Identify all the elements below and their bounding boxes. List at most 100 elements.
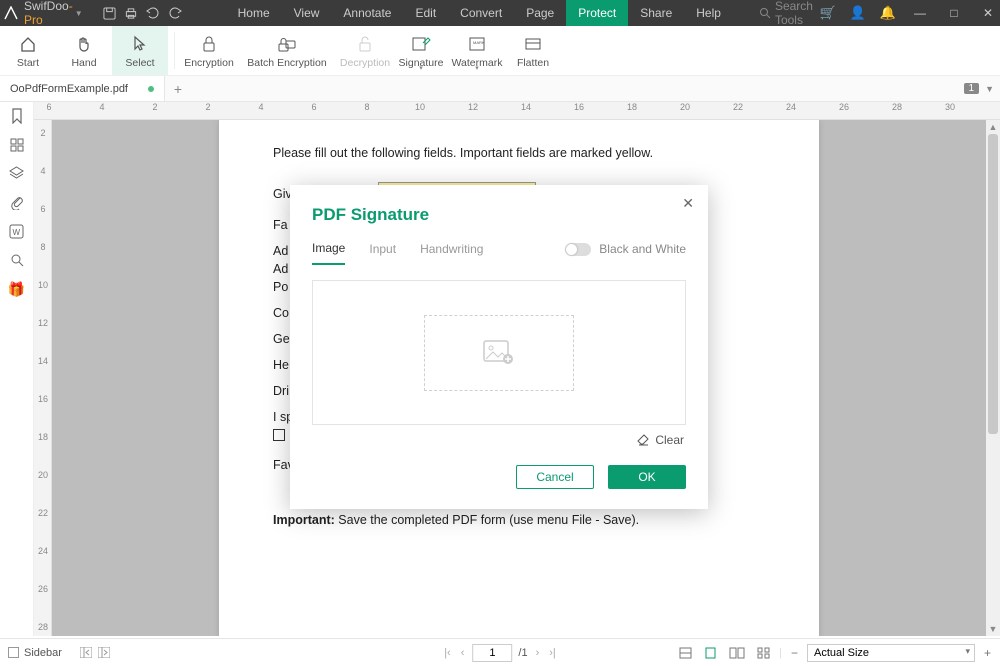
view-single-icon[interactable] [701,647,720,659]
ribbon-signature[interactable]: Signature▾ [393,26,449,75]
next-page-button[interactable]: › [534,647,542,659]
collapse-left-icon[interactable] [80,647,92,658]
bookmarks-icon[interactable] [10,108,24,124]
page-number-input[interactable] [472,644,512,662]
app-menu-chevron-icon[interactable]: ▼ [75,9,83,18]
signature-canvas [312,280,686,425]
menu-share[interactable]: Share [628,0,684,26]
scroll-down-button[interactable]: ▼ [986,622,1000,636]
scroll-thumb[interactable] [988,134,998,434]
unlock-icon [357,33,373,55]
lock-icon [201,33,217,55]
window-minimize[interactable]: ― [903,6,937,20]
tab-handwriting[interactable]: Handwriting [420,234,483,264]
expand-right-icon[interactable] [98,647,110,658]
dialog-close-button[interactable]: ✕ [682,195,694,212]
eraser-icon [636,434,650,447]
clear-label: Clear [655,433,684,447]
tab-chevron-down-icon[interactable]: ▼ [985,84,994,94]
window-close[interactable]: ✕ [971,6,1000,20]
ok-button[interactable]: OK [608,465,686,489]
ribbon: Start Hand Select Encryption Batch Encry… [0,26,1000,76]
svg-text:MARK: MARK [473,40,485,45]
menu-page[interactable]: Page [514,0,566,26]
home-icon [19,33,37,55]
menu-convert[interactable]: Convert [448,0,514,26]
titlebar-right: 🛒 👤 🔔 ― □ ✕ [813,5,1000,21]
horizontal-ruler: 64224681012141618202224262830 [34,102,1000,120]
window-maximize[interactable]: □ [937,6,971,20]
ribbon-watermark[interactable]: MARKWatermark▾ [449,26,505,75]
bell-icon[interactable]: 🔔 [873,5,903,21]
add-tab-button[interactable]: + [165,76,191,101]
app-name-part2: Doo [47,0,69,13]
undo-icon[interactable] [146,7,160,19]
search-panel-icon[interactable] [10,253,24,267]
prev-page-button[interactable]: ‹ [459,647,467,659]
dialog-tabs: Image Input Handwriting Black and White [290,233,708,266]
clear-button[interactable]: Clear [636,433,684,447]
ribbon-select[interactable]: Select [112,26,168,75]
ribbon-decryption[interactable]: Decryption [337,26,393,75]
tool-search[interactable]: Search Tools [759,0,813,27]
save-icon[interactable] [103,7,116,20]
ribbon-encryption[interactable]: Encryption [181,26,237,75]
document-tab[interactable]: OoPdfFormExample.pdf [0,76,165,101]
ribbon-start[interactable]: Start [0,26,56,75]
app-name-part1: Swif [24,0,47,13]
redo-icon[interactable] [168,7,182,19]
zoom-out-button[interactable]: − [788,646,801,660]
chevron-down-icon: ▾ [419,64,423,72]
hand-icon [75,33,93,55]
menu-annotate[interactable]: Annotate [331,0,403,26]
signature-icon [411,33,431,55]
scroll-up-button[interactable]: ▲ [986,120,1000,134]
menu-edit[interactable]: Edit [403,0,448,26]
word-icon[interactable]: W [9,224,24,239]
vertical-ruler: 246810121416182022242628 [34,120,52,636]
checkbox-language[interactable] [273,429,285,441]
menu-help[interactable]: Help [684,0,733,26]
zoom-select[interactable] [807,644,975,662]
gift-icon[interactable]: 🎁 [8,281,25,298]
user-icon[interactable]: 👤 [843,5,873,21]
dialog-title: PDF Signature [312,205,686,225]
zoom-in-button[interactable]: + [981,646,994,660]
watermark-icon: MARK [467,33,487,55]
tab-input[interactable]: Input [369,234,396,264]
batch-lock-icon [277,33,297,55]
view-two-icon[interactable] [726,647,748,659]
status-bar: Sidebar |‹ ‹ /1 › ›| | − + [0,638,1000,666]
cancel-button[interactable]: Cancel [516,465,594,489]
ribbon-decryption-label: Decryption [340,57,390,69]
menu-protect[interactable]: Protect [566,0,628,26]
view-continuous-icon[interactable] [676,647,695,659]
menu-home[interactable]: Home [226,0,282,26]
tab-image[interactable]: Image [312,233,345,265]
last-page-button[interactable]: ›| [547,647,558,659]
layers-icon[interactable] [9,166,24,180]
view-grid-icon[interactable] [754,647,773,659]
ribbon-divider [174,32,175,69]
tool-search-placeholder: Search Tools [775,0,813,27]
first-page-button[interactable]: |‹ [442,647,453,659]
black-white-label: Black and White [599,242,686,256]
pages-count-badge: 1 [964,83,980,94]
thumbnails-icon[interactable] [10,138,24,152]
black-white-toggle[interactable] [565,243,591,256]
ribbon-flatten[interactable]: Flatten [505,26,561,75]
print-icon[interactable] [124,7,138,20]
app-name: SwifDoo-Pro [24,0,73,27]
sidebar-checkbox[interactable] [8,647,19,658]
ribbon-select-label: Select [125,57,154,69]
menu-view[interactable]: View [282,0,332,26]
cart-icon[interactable]: 🛒 [813,5,843,21]
attachments-icon[interactable] [10,194,24,210]
vertical-scrollbar[interactable]: ▲ ▼ [986,120,1000,636]
title-bar: SwifDoo-Pro ▼ Home View Annotate Edit Co… [0,0,1000,26]
ribbon-batch-encryption[interactable]: Batch Encryption [237,26,337,75]
image-drop-zone[interactable] [424,315,574,391]
ribbon-hand[interactable]: Hand [56,26,112,75]
main-menu: Home View Annotate Edit Convert Page Pro… [226,0,733,26]
search-icon [759,7,771,19]
